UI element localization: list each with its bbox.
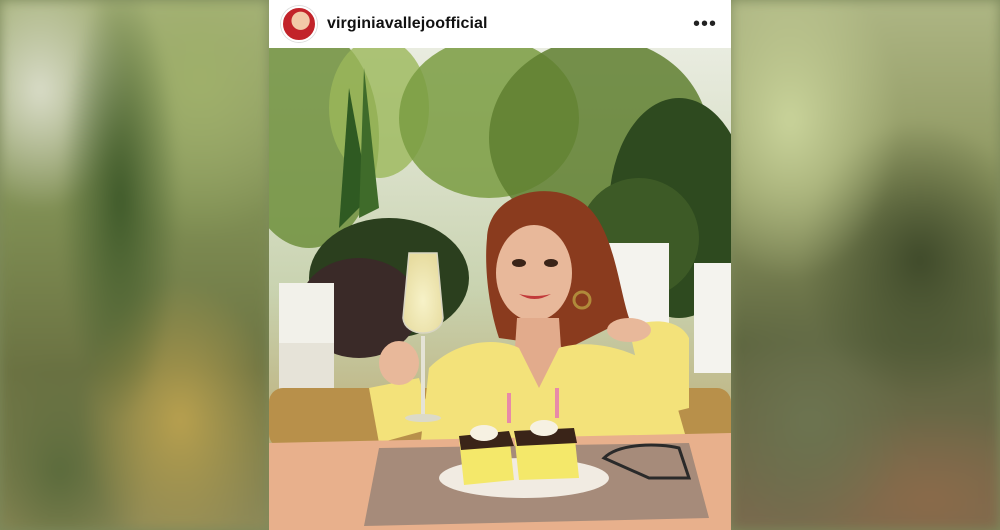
face (496, 225, 572, 321)
instagram-post: virginiavallejoofficial ••• (269, 0, 731, 530)
post-photo[interactable] (269, 48, 731, 530)
avatar[interactable] (281, 6, 317, 42)
blurred-background-left (0, 0, 269, 530)
hand (379, 341, 419, 385)
more-horizontal-icon: ••• (692, 12, 717, 35)
blurred-background-right (730, 0, 1000, 530)
more-options-button[interactable]: ••• (691, 10, 719, 38)
username[interactable]: virginiavallejoofficial (327, 15, 488, 33)
photo-illustration (269, 48, 731, 530)
post-header: virginiavallejoofficial ••• (269, 0, 731, 48)
